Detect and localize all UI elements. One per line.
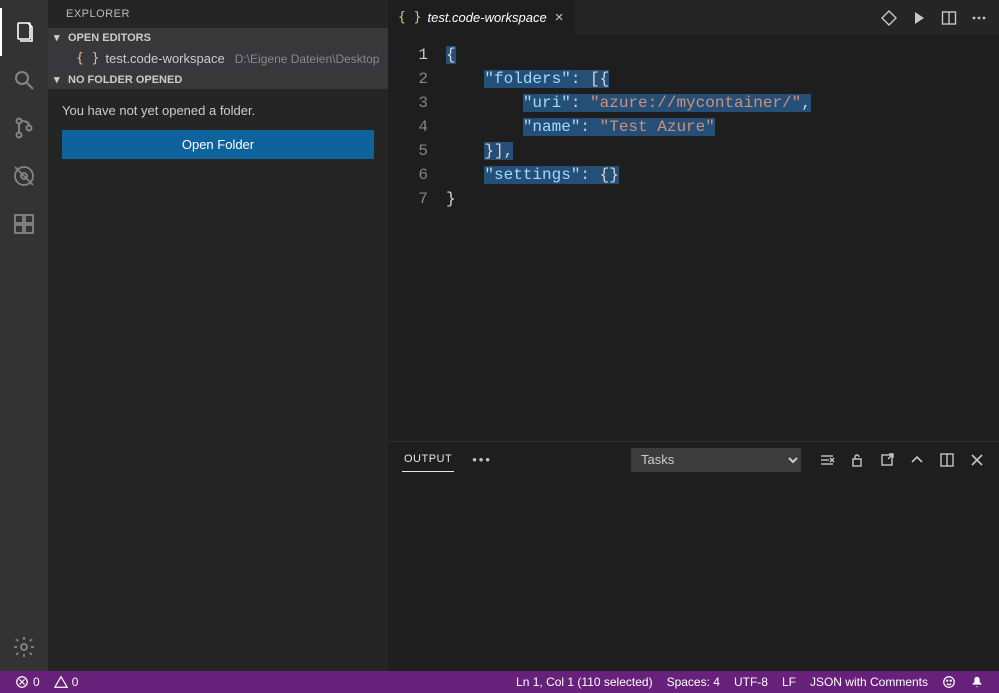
status-language[interactable]: JSON with Comments: [803, 671, 935, 693]
no-folder-message: You have not yet opened a folder.: [62, 103, 374, 118]
status-line-col[interactable]: Ln 1, Col 1 (110 selected): [509, 671, 660, 693]
open-log-icon[interactable]: [879, 452, 895, 468]
activity-search[interactable]: [0, 56, 48, 104]
status-bar: 0 0 Ln 1, Col 1 (110 selected) Spaces: 4…: [0, 671, 999, 693]
status-feedback-icon[interactable]: [935, 671, 963, 693]
bottom-panel: OUTPUT ••• Tasks: [388, 441, 999, 671]
section-no-folder-label: NO FOLDER OPENED: [68, 74, 182, 86]
status-encoding[interactable]: UTF-8: [727, 671, 775, 693]
activity-explorer[interactable]: [0, 8, 48, 56]
maximize-panel-icon[interactable]: [939, 452, 955, 468]
panel-more-icon[interactable]: •••: [472, 452, 492, 467]
braces-icon: { }: [398, 10, 421, 25]
open-folder-button[interactable]: Open Folder: [62, 130, 374, 159]
close-icon[interactable]: ×: [553, 9, 566, 26]
diff-icon[interactable]: [881, 10, 897, 26]
line-number-gutter: 1234567: [388, 35, 446, 441]
open-editor-filepath: D:\Eigene Dateien\Desktop\test: [235, 52, 380, 66]
chevron-down-icon: ▾: [54, 73, 64, 86]
sidebar: EXPLORER ▾ OPEN EDITORS { } test.code-wo…: [48, 0, 388, 671]
more-actions-icon[interactable]: [971, 10, 987, 26]
open-editor-item[interactable]: { } test.code-workspace D:\Eigene Dateie…: [48, 47, 388, 70]
collapse-panel-icon[interactable]: [909, 452, 925, 468]
section-open-editors[interactable]: ▾ OPEN EDITORS: [48, 28, 388, 47]
editor-body[interactable]: 1234567 { "folders": [{ "uri": "azure://…: [388, 35, 999, 441]
status-bell-icon[interactable]: [963, 671, 991, 693]
activity-extensions[interactable]: [0, 200, 48, 248]
section-no-folder[interactable]: ▾ NO FOLDER OPENED: [48, 70, 388, 89]
output-channel-select[interactable]: Tasks: [631, 448, 801, 472]
status-warnings[interactable]: 0: [47, 671, 86, 693]
braces-icon: { }: [76, 51, 99, 66]
activity-settings[interactable]: [0, 623, 48, 671]
sidebar-title: EXPLORER: [48, 0, 388, 28]
close-panel-icon[interactable]: [969, 452, 985, 468]
status-errors[interactable]: 0: [8, 671, 47, 693]
split-editor-icon[interactable]: [941, 10, 957, 26]
tabs-bar: { } test.code-workspace ×: [388, 0, 999, 35]
code-area[interactable]: { "folders": [{ "uri": "azure://mycontai…: [446, 35, 999, 441]
clear-output-icon[interactable]: [819, 452, 835, 468]
activity-bar: [0, 0, 48, 671]
editor-tab[interactable]: { } test.code-workspace ×: [388, 0, 576, 35]
lock-scroll-icon[interactable]: [849, 452, 865, 468]
editor-tab-title: test.code-workspace: [427, 10, 546, 25]
activity-source-control[interactable]: [0, 104, 48, 152]
status-spaces[interactable]: Spaces: 4: [660, 671, 727, 693]
open-editor-filename: test.code-workspace: [105, 51, 224, 66]
activity-debug[interactable]: [0, 152, 48, 200]
panel-tab-output[interactable]: OUTPUT: [402, 447, 454, 472]
status-eol[interactable]: LF: [775, 671, 803, 693]
editor-region: { } test.code-workspace × 1234567 { "fol…: [388, 0, 999, 671]
chevron-down-icon: ▾: [54, 31, 64, 44]
run-icon[interactable]: [911, 10, 927, 26]
section-open-editors-label: OPEN EDITORS: [68, 32, 151, 44]
